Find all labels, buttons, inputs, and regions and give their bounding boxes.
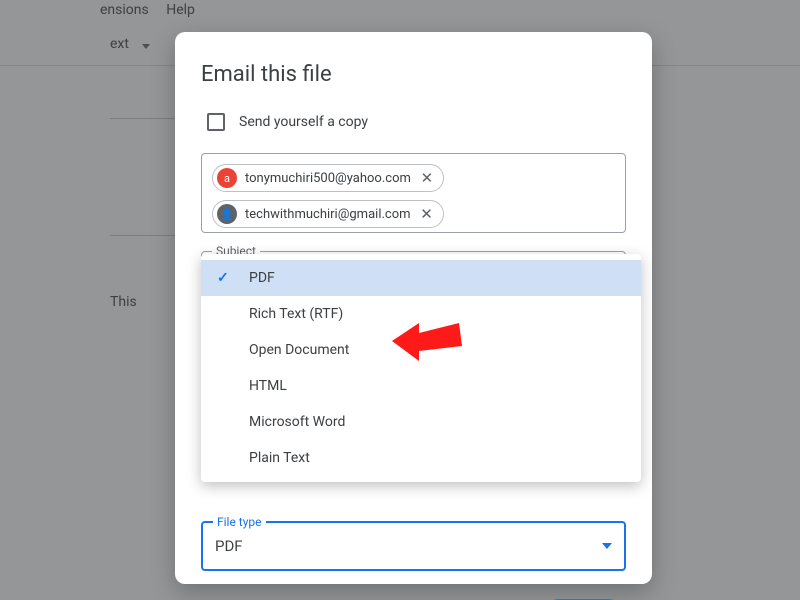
filetype-option-plain-text[interactable]: Plain Text [201,440,641,476]
remove-recipient-icon[interactable]: ✕ [419,170,435,186]
filetype-option-html[interactable]: HTML [201,368,641,404]
chevron-down-icon [602,543,612,549]
check-icon: ✓ [217,270,229,286]
filetype-option-pdf[interactable]: ✓ PDF [201,260,641,296]
filetype-select[interactable]: File type PDF [201,521,626,571]
recipient-chip[interactable]: 👤 techwithmuchiri@gmail.com ✕ [212,200,444,228]
avatar-icon: 👤 [217,204,237,224]
filetype-dropdown: ✓ PDF Rich Text (RTF) Open Document HTML… [201,254,641,482]
recipient-email: techwithmuchiri@gmail.com [245,207,411,222]
filetype-option-rtf[interactable]: Rich Text (RTF) [201,296,641,332]
avatar-icon: a [217,168,237,188]
recipient-email: tonymuchiri500@yahoo.com [245,171,411,186]
filetype-label: File type [213,515,266,529]
send-yourself-label: Send yourself a copy [239,114,368,130]
filetype-option-microsoft-word[interactable]: Microsoft Word [201,404,641,440]
recipient-chip[interactable]: a tonymuchiri500@yahoo.com ✕ [212,164,444,192]
recipients-field[interactable]: a tonymuchiri500@yahoo.com ✕ 👤 techwithm… [201,153,626,233]
filetype-value: PDF [215,537,243,555]
filetype-option-open-document[interactable]: Open Document [201,332,641,368]
dialog-title: Email this file [201,62,626,87]
send-yourself-row[interactable]: Send yourself a copy [207,113,626,131]
send-yourself-checkbox[interactable] [207,113,225,131]
remove-recipient-icon[interactable]: ✕ [419,206,435,222]
